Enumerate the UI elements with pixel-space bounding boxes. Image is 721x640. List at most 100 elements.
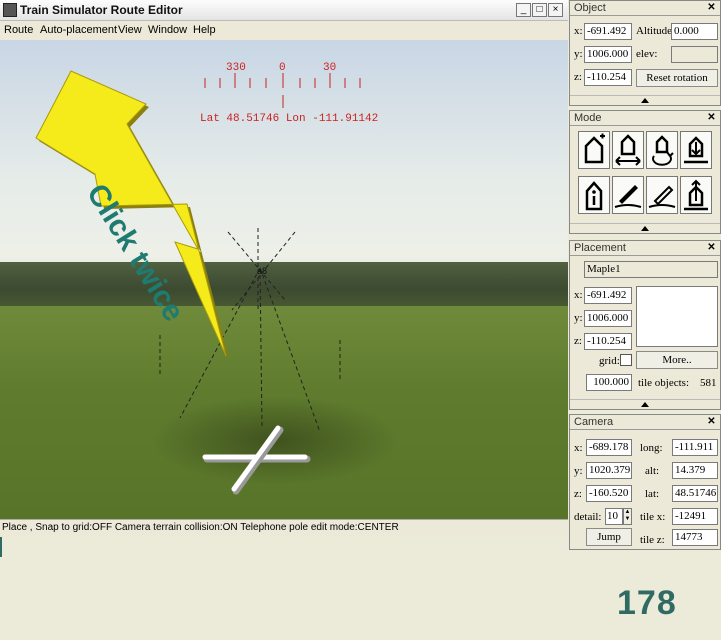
tile-objects-label: tile objects:	[638, 377, 690, 389]
mode-panel-close-icon[interactable]: ✕	[706, 113, 717, 124]
rotate-mode-button[interactable]	[646, 131, 678, 169]
reset-rotation-button[interactable]: Reset rotation	[636, 69, 718, 87]
placement-panel: Placement ✕ Maple1 x: -691.492 y: 1006.0…	[569, 240, 721, 410]
object-altitude-field[interactable]: 0.000	[671, 23, 718, 40]
menu-auto-placement[interactable]: Auto-placement	[40, 24, 117, 36]
more-button[interactable]: More..	[636, 351, 718, 369]
collapse-arrow-icon	[641, 98, 649, 103]
grid-checkbox[interactable]	[620, 354, 632, 366]
placement-panel-header: Placement ✕	[570, 241, 720, 256]
camera-alt-label: alt:	[645, 465, 660, 477]
camera-y-label: y:	[574, 465, 583, 477]
page-number: 178	[617, 584, 677, 622]
object-x-field[interactable]: -691.492	[584, 23, 632, 40]
object-x-label: x:	[574, 25, 583, 37]
camera-z-field[interactable]: -160.520	[586, 485, 632, 502]
object-altitude-label: Altitude	[636, 25, 673, 37]
placement-panel-close-icon[interactable]: ✕	[706, 243, 717, 254]
placement-cross-icon	[202, 425, 311, 495]
object-panel-collapse[interactable]	[570, 95, 720, 105]
camera-long-field[interactable]: -111.911	[672, 439, 718, 456]
close-button[interactable]: ×	[548, 3, 563, 17]
tile-objects-count: 581	[700, 377, 717, 389]
placement-x-label: x:	[574, 289, 583, 301]
compass-tick-30: 30	[323, 62, 336, 74]
camera-x-field[interactable]: -689.178	[586, 439, 632, 456]
camera-panel-header: Camera ✕	[570, 415, 720, 430]
detail-spinner[interactable]: ▲ ▼	[623, 508, 632, 525]
placement-y-field[interactable]: 1006.000	[584, 310, 632, 327]
camera-x-label: x:	[574, 442, 583, 454]
menu-window[interactable]: Window	[148, 24, 187, 36]
lower-mode-icon	[684, 136, 708, 164]
menu-view[interactable]: View	[118, 24, 142, 36]
object-elev-field	[671, 46, 718, 63]
compass-tick-0: 0	[279, 62, 286, 74]
menu-help[interactable]: Help	[193, 24, 216, 36]
raise-mode-button[interactable]	[680, 176, 712, 214]
object-y-label: y:	[574, 48, 583, 60]
placement-y-label: y:	[574, 312, 583, 324]
minimize-button[interactable]: _	[516, 3, 531, 17]
placement-panel-title: Placement	[574, 242, 626, 254]
object-z-label: z:	[574, 71, 582, 83]
editor-window: Train Simulator Route Editor _ □ × Route…	[0, 0, 568, 537]
raise-mode-icon	[684, 179, 708, 211]
place-mode-button[interactable]	[578, 131, 610, 169]
compass-coordinates: Lat 48.51746 Lon -111.91142	[200, 113, 378, 125]
placement-object-name[interactable]: Maple1	[584, 261, 718, 278]
marker-label: a8	[257, 266, 267, 276]
camera-detail-field[interactable]: 10	[605, 508, 623, 525]
mode-panel-header: Mode ✕	[570, 111, 720, 126]
paint-terrain-icon	[614, 185, 642, 208]
camera-lat-field[interactable]: 48.51746	[672, 485, 718, 502]
camera-tilez-label: tile z:	[640, 534, 665, 546]
camera-panel: Camera ✕ x: -689.178 y: 1020.379 z: -160…	[569, 414, 721, 550]
placement-x-field[interactable]: -691.492	[584, 287, 632, 304]
object-y-field[interactable]: 1006.000	[584, 46, 632, 63]
grid-size-field[interactable]: 100.000	[586, 374, 632, 391]
placement-z-field[interactable]: -110.254	[584, 333, 632, 350]
collapse-arrow-icon	[641, 402, 649, 407]
mode-panel: Mode ✕	[569, 110, 721, 234]
camera-tilex-label: tile x:	[640, 511, 666, 523]
collapse-arrow-icon	[641, 226, 649, 231]
menu-route[interactable]: Route	[4, 24, 33, 36]
compass-scale	[204, 73, 361, 108]
camera-detail-label: detail:	[574, 511, 602, 523]
camera-tilez-field[interactable]: 14773	[672, 529, 718, 546]
pick-terrain-button[interactable]	[646, 176, 678, 214]
rotate-mode-icon	[652, 135, 674, 166]
title-bar: Train Simulator Route Editor _ □ ×	[0, 0, 568, 21]
object-panel-title: Object	[574, 2, 606, 14]
3d-viewport[interactable]: 330 0 30 Lat 48.51746 Lon -111.91142 a8	[0, 40, 568, 519]
object-panel: Object ✕ x: -691.492 Altitude 0.000 y: 1…	[569, 0, 721, 106]
maximize-button[interactable]: □	[532, 3, 547, 17]
menu-bar: Route Auto-placement View Window Help	[0, 21, 568, 40]
camera-panel-close-icon[interactable]: ✕	[706, 417, 717, 428]
jump-button[interactable]: Jump	[586, 528, 632, 546]
viewport-overlay: 330 0 30 Lat 48.51746 Lon -111.91142 a8	[35, 62, 378, 495]
info-mode-button[interactable]	[578, 176, 610, 214]
app-icon	[3, 3, 17, 17]
camera-lat-label: lat:	[645, 488, 660, 500]
window-title: Train Simulator Route Editor	[20, 3, 183, 17]
move-mode-button[interactable]	[612, 131, 644, 169]
teal-strip	[0, 537, 2, 557]
compass-tick-330: 330	[226, 62, 246, 74]
grid-label: grid:	[599, 355, 620, 367]
lower-mode-button[interactable]	[680, 131, 712, 169]
camera-y-field[interactable]: 1020.379	[586, 462, 632, 479]
camera-long-label: long:	[640, 442, 663, 454]
object-z-field[interactable]: -110.254	[584, 69, 632, 86]
camera-alt-field[interactable]: 14.379	[672, 462, 718, 479]
object-panel-close-icon[interactable]: ✕	[706, 3, 717, 14]
move-mode-icon	[615, 134, 641, 166]
camera-z-label: z:	[574, 488, 582, 500]
object-elev-label: elev:	[636, 48, 658, 60]
placement-panel-collapse[interactable]	[570, 399, 720, 409]
paint-terrain-button[interactable]	[612, 176, 644, 214]
camera-tilex-field[interactable]: -12491	[672, 508, 718, 525]
placement-z-label: z:	[574, 335, 582, 347]
mode-panel-collapse[interactable]	[570, 223, 720, 233]
